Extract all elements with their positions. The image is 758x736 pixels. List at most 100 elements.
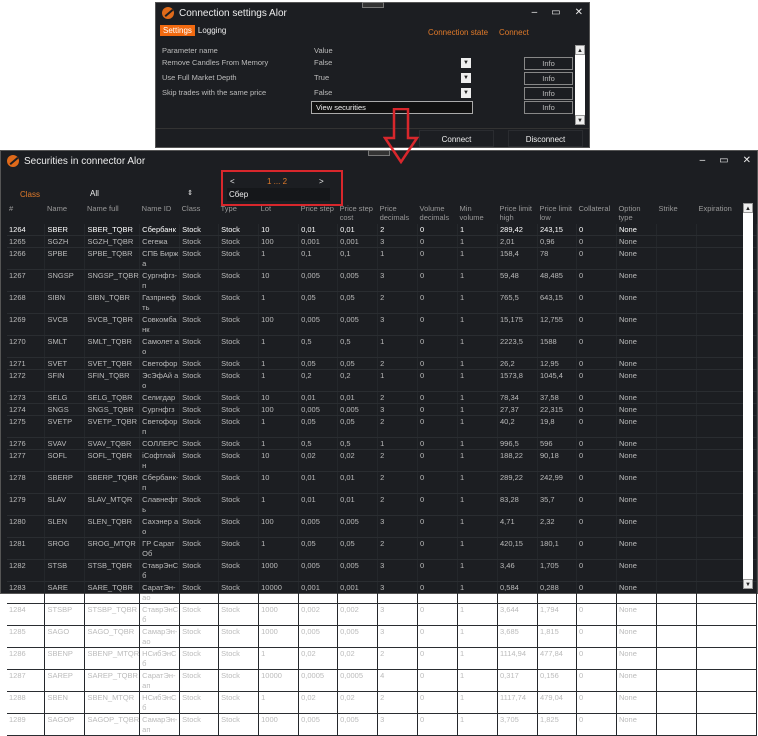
minimize-icon[interactable]: ‒	[532, 7, 538, 18]
table-cell: 2	[377, 647, 419, 670]
minimize-icon[interactable]: ‒	[700, 155, 706, 166]
table-row[interactable]: 1265 SGZH SGZH_TQBR Сегежа Stock Stock 100 0,00…	[7, 235, 758, 248]
tab-settings[interactable]: Settings	[160, 24, 195, 36]
table-row[interactable]: 1285 SAGO SAGO_TQBR СамарЭн-ао Stock Stock 100…	[7, 625, 758, 648]
info-button[interactable]: Info	[524, 72, 573, 85]
tab-logging[interactable]: Logging	[195, 25, 229, 36]
table-cell: Stock	[179, 471, 220, 494]
column-header[interactable]: #	[7, 204, 45, 224]
info-button[interactable]: Info	[524, 101, 573, 114]
connect-button[interactable]: Connect	[419, 130, 494, 147]
chevron-down-icon[interactable]: ▼	[461, 88, 471, 98]
table-row[interactable]: 1278 SBERP SBERP_TQBR Сбербанк-п Stock Stock 1…	[7, 471, 758, 494]
table-row[interactable]: 1271 SVET SVET_TQBR Светофор Stock Stock 1 0,05…	[7, 357, 758, 370]
scroll-up-icon[interactable]: ▲	[575, 45, 585, 55]
table-cell: SLEN_TQBR	[84, 515, 141, 538]
class-select[interactable]: All ⇕	[87, 187, 197, 200]
table-cell: 0	[576, 691, 617, 714]
disconnect-button[interactable]: Disconnect	[508, 130, 583, 147]
table-row[interactable]: 1277 SOFL SOFL_TQBR iСофтлайн Stock Stock 10 0,…	[7, 449, 758, 472]
table-row[interactable]: 1279 SLAV SLAV_MTQR Славнефть Stock Stock 1 0,0…	[7, 493, 758, 516]
window-grip[interactable]	[361, 2, 384, 8]
table-cell: Stock	[218, 625, 260, 648]
column-header[interactable]: Lot	[259, 204, 299, 224]
table-row[interactable]: 1281 SROG SROG_MTQR ГР СаратОб Stock Stock 1 0,…	[7, 537, 758, 560]
table-row[interactable]: 1270 SMLT SMLT_TQBR Самолет ао Stock Stock 1 0,…	[7, 335, 758, 358]
column-header[interactable]: Price step cost	[338, 204, 378, 224]
param-value[interactable]: True	[314, 73, 329, 82]
param-value[interactable]: False	[314, 88, 332, 97]
table-cell	[656, 625, 697, 648]
column-header[interactable]: Price limit low	[538, 204, 577, 224]
table-cell: 1279	[7, 493, 46, 516]
column-header[interactable]: Name ID	[140, 204, 180, 224]
column-header[interactable]: Name	[45, 204, 85, 224]
table-cell: SMLT_TQBR	[84, 335, 141, 358]
table-row[interactable]: 1272 SFIN SFIN_TQBR ЭсЭфАй ао Stock Stock 1 0,2…	[7, 369, 758, 392]
maximize-icon[interactable]: ▭	[551, 7, 560, 18]
table-row[interactable]: 1266 SPBE SPBE_TQBR СПБ Биржа Stock Stock 1 0,1…	[7, 247, 758, 270]
table-row[interactable]: 1283 SARE SARE_TQBR СаратЭн-ао Stock Stock 100…	[7, 581, 758, 604]
table-row[interactable]: 1284 STSBP STSBP_TQBR СтаврЭнСб Stock Stock 10…	[7, 603, 758, 626]
column-header[interactable]: Option type	[616, 204, 656, 224]
column-header[interactable]: Collateral	[576, 204, 616, 224]
column-header[interactable]: Price step	[299, 204, 338, 224]
table-cell: iСофтлайн	[139, 449, 181, 472]
table-cell: Stock	[218, 713, 260, 736]
table-row[interactable]: 1273 SELG SELG_TQBR Селигдар Stock Stock 10 0,0…	[7, 391, 758, 404]
table-row[interactable]: 1286 SBENP SBENP_MTQR НСибЭнСб Stock Stock 1 0,…	[7, 647, 758, 670]
table-cell: 0,01	[337, 224, 379, 236]
scroll-down-icon[interactable]: ▼	[575, 115, 585, 125]
column-header[interactable]: Volume decimals	[418, 204, 458, 224]
param-value[interactable]: False	[314, 58, 332, 67]
table-cell: 1278	[7, 471, 46, 494]
table-row[interactable]: 1274 SNGS SNGS_TQBR Сургнфгз Stock Stock 100 0,…	[7, 403, 758, 416]
table-cell: 1276	[7, 437, 46, 450]
column-header[interactable]: Type	[219, 204, 259, 224]
table-row[interactable]: 1275 SVETP SVETP_TQBR Светофор п Stock Stock 1…	[7, 415, 758, 438]
maximize-icon[interactable]: ▭	[719, 155, 728, 166]
table-cell: Stock	[218, 471, 260, 494]
table-cell: 2,01	[497, 235, 538, 248]
column-header[interactable]: Price limit high	[498, 204, 538, 224]
table-row[interactable]: 1289 SAGOP SAGOP_TQBR СамарЭн-ап Stock Stock 1…	[7, 713, 758, 736]
info-button[interactable]: Info	[524, 57, 573, 70]
column-header[interactable]: Min volume	[458, 204, 498, 224]
table-cell: Stock	[218, 391, 260, 404]
table-cell: 1573,8	[497, 369, 538, 392]
table-row[interactable]: 1276 SVAV SVAV_TQBR СОЛЛЕРС Stock Stock 1 0,5 0,…	[7, 437, 758, 450]
column-header[interactable]: Price decimals	[378, 204, 418, 224]
scroll-down-icon[interactable]: ▼	[743, 579, 753, 589]
table-cell: НСибЭнСб	[139, 647, 181, 670]
table-cell: Stock	[218, 313, 260, 336]
table-row[interactable]: 1264 SBER SBER_TQBR Сбербанк Stock Stock 10 0,0…	[7, 224, 758, 236]
table-row[interactable]: 1267 SNGSP SNGSP_TQBR Сургнфгз-п Stock Stock 1…	[7, 269, 758, 292]
table-cell	[656, 471, 697, 494]
table-cell: 0	[576, 291, 617, 314]
table-cell: 1274	[7, 403, 46, 416]
table-row[interactable]: 1287 SAREP SAREP_TQBR СаратЭн-ап Stock Stock 1…	[7, 669, 758, 692]
table-row[interactable]: 1268 SIBN SIBN_TQBR Газпрнефть Stock Stock 1 0,…	[7, 291, 758, 314]
table-cell: 0,01	[337, 471, 379, 494]
chevron-down-icon[interactable]: ▼	[461, 73, 471, 83]
scrollbar[interactable]: ▲ ▼	[575, 45, 585, 125]
table-cell: None	[616, 369, 657, 392]
table-cell: 0	[576, 415, 617, 438]
column-header[interactable]: Name full	[85, 204, 140, 224]
close-icon[interactable]: ✕	[575, 7, 583, 18]
info-button[interactable]: Info	[524, 87, 573, 100]
table-cell: None	[616, 313, 657, 336]
column-header[interactable]: Class	[180, 204, 219, 224]
table-row[interactable]: 1269 SVCB SVCB_TQBR Совкомбанк Stock Stock 100…	[7, 313, 758, 336]
table-cell: 1289	[7, 713, 46, 736]
table-row[interactable]: 1282 STSB STSB_TQBR СтаврЭнСб Stock Stock 1000…	[7, 559, 758, 582]
table-row[interactable]: 1280 SLEN SLEN_TQBR Сахэнер ао Stock Stock 100…	[7, 515, 758, 538]
table-cell	[656, 224, 697, 236]
scroll-up-icon[interactable]: ▲	[743, 203, 753, 213]
table-cell: 0,005	[298, 403, 339, 416]
scrollbar[interactable]: ▲ ▼	[743, 203, 753, 589]
close-icon[interactable]: ✕	[743, 155, 751, 166]
table-row[interactable]: 1288 SBEN SBEN_MTQR НСибЭнСб Stock Stock 1 0,02…	[7, 691, 758, 714]
column-header[interactable]: Strike	[656, 204, 696, 224]
chevron-down-icon[interactable]: ▼	[461, 58, 471, 68]
